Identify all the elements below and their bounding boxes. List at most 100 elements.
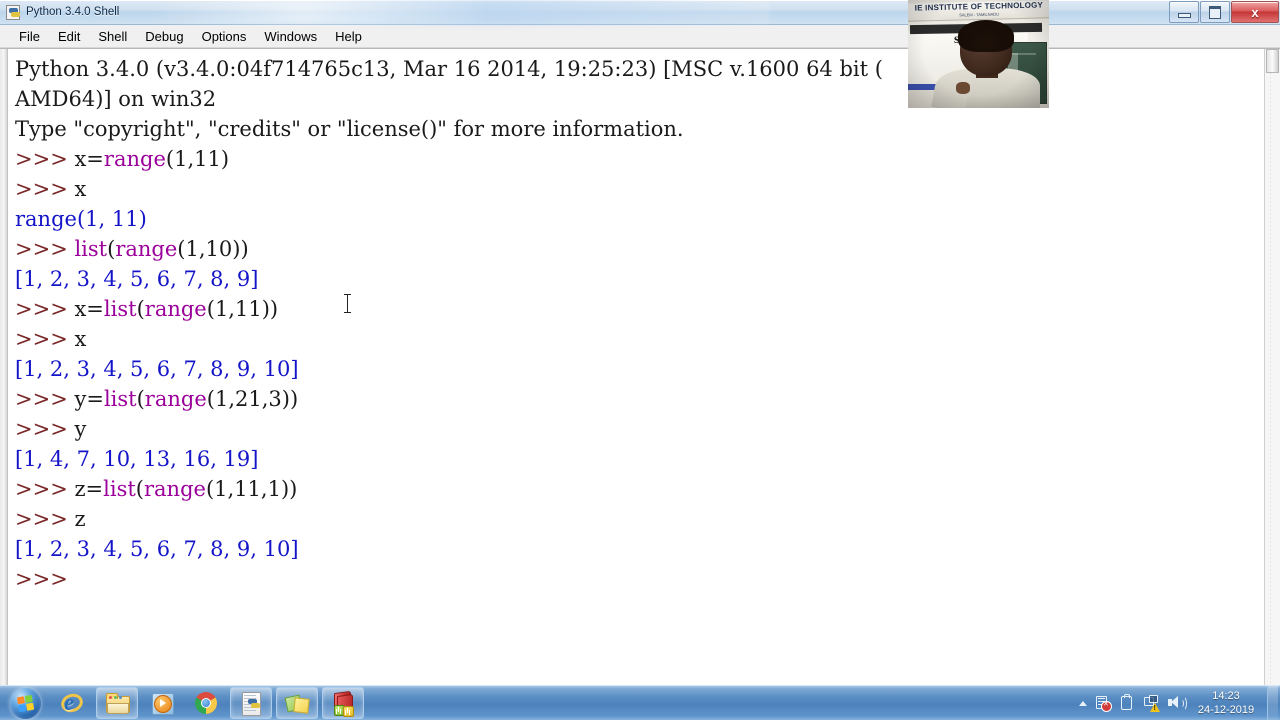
windows-logo-icon [9, 687, 41, 719]
action-center-icon[interactable] [1094, 693, 1112, 713]
menu-item-shell[interactable]: Shell [89, 27, 136, 46]
clock[interactable]: 14:23 24-12-2019 [1189, 689, 1263, 717]
shell-token-prompt: >>> [15, 507, 75, 531]
shell-token-normal: x [74, 177, 87, 201]
maximize-button[interactable] [1200, 1, 1230, 23]
maximize-icon [1209, 5, 1221, 19]
shell-token-prompt: >>> [15, 567, 68, 591]
shell-token-builtin: range [144, 477, 206, 501]
chrome-icon [194, 691, 218, 715]
taskbar-item-python-idle[interactable] [230, 687, 272, 719]
menu-item-edit[interactable]: Edit [49, 27, 89, 46]
shell-line: Type "copyright", "credits" or "license(… [15, 114, 1264, 144]
book-icon [331, 690, 355, 717]
shell-line: [1, 2, 3, 4, 5, 6, 7, 8, 9, 10] [15, 354, 1264, 384]
scrollbar-track[interactable] [1270, 73, 1271, 686]
menu-item-debug[interactable]: Debug [136, 27, 192, 46]
shell-area: Python 3.4.0 (v3.4.0:04f714765c13, Mar 1… [0, 48, 1280, 686]
menu-item-help[interactable]: Help [326, 27, 371, 46]
media-player-icon [150, 691, 174, 715]
show-hidden-icons-button[interactable] [1075, 693, 1091, 713]
shell-token-builtin: range [144, 387, 207, 411]
shell-token-normal: ( [136, 297, 145, 321]
shell-line: >>> list(range(1,10)) [15, 234, 1264, 264]
shell-token-output: [1, 2, 3, 4, 5, 6, 7, 8, 9, 10] [15, 537, 299, 561]
shell-line: >>> x=list(range(1,11)) [15, 294, 1264, 324]
taskbar: e ✕ ! 14:23 24-12-2019 [0, 685, 1280, 720]
shell-line: AMD64)] on win32 [15, 84, 1264, 114]
shell-token-prompt: >>> [15, 477, 75, 501]
menu-item-windows[interactable]: Windows [255, 27, 326, 46]
python-shell-window: Python 3.4.0 Shell x File Edit Shell Deb… [0, 0, 1280, 686]
shell-output-text[interactable]: Python 3.4.0 (v3.4.0:04f714765c13, Mar 1… [8, 49, 1264, 686]
shell-token-normal: x= [74, 297, 104, 321]
shell-token-builtin: list [103, 387, 137, 411]
taskbar-items: e [48, 687, 364, 719]
shell-token-normal: Type "copyright", "credits" or "license(… [15, 117, 684, 141]
shell-token-prompt: >>> [15, 387, 75, 411]
titlebar-glass-highlight [150, 0, 770, 24]
shell-line: >>> y=list(range(1,21,3)) [15, 384, 1264, 414]
shell-token-normal: (1,11) [165, 147, 230, 171]
vertical-scrollbar[interactable] [1264, 49, 1280, 686]
safely-remove-hardware-icon[interactable] [1118, 693, 1136, 713]
shell-token-prompt: >>> [15, 327, 75, 351]
scrollbar-thumb[interactable] [1266, 49, 1279, 73]
shell-token-normal: (1,11)) [206, 297, 279, 321]
shell-token-prompt: >>> [15, 147, 75, 171]
shell-line: [1, 2, 3, 4, 5, 6, 7, 8, 9, 10] [15, 534, 1264, 564]
menu-bar: File Edit Shell Debug Options Windows He… [0, 25, 1280, 48]
shell-token-normal: ( [135, 477, 144, 501]
volume-icon[interactable] [1166, 693, 1187, 713]
shell-token-output: [1, 4, 7, 10, 13, 16, 19] [15, 447, 259, 471]
taskbar-item-dictionary[interactable] [322, 687, 364, 719]
shell-token-builtin: list [103, 297, 137, 321]
shell-line: >>> y [15, 414, 1264, 444]
shell-token-normal: ( [136, 387, 145, 411]
webcam-video-overlay[interactable]: IE INSTITUTE OF TECHNOLOGY SALEM - TAMIL… [908, 0, 1049, 108]
shell-token-output: range(1, 11) [15, 207, 147, 231]
menu-item-options[interactable]: Options [193, 27, 256, 46]
shell-token-normal: (1,10)) [177, 237, 249, 261]
text-cursor-icon [343, 293, 352, 315]
shell-line: >>> x [15, 174, 1264, 204]
minimize-icon [1177, 12, 1191, 18]
shell-line: >>> x [15, 324, 1264, 354]
taskbar-item-sticky-notes[interactable] [276, 687, 318, 719]
network-icon[interactable] [1142, 693, 1160, 713]
shell-token-normal: y= [74, 387, 104, 411]
shell-line: >>> z [15, 504, 1264, 534]
sticky-notes-icon [284, 691, 310, 715]
taskbar-item-internet-explorer[interactable]: e [52, 688, 92, 718]
shell-token-prompt: >>> [15, 297, 75, 321]
close-button[interactable]: x [1231, 1, 1279, 23]
shell-token-builtin: list [103, 477, 136, 501]
window-title: Python 3.4.0 Shell [26, 6, 120, 18]
chevron-up-icon [1079, 700, 1087, 706]
show-desktop-button[interactable] [1267, 686, 1278, 720]
shell-token-normal: z= [74, 477, 104, 501]
folder-icon [105, 691, 130, 715]
shell-token-normal: Python 3.4.0 (v3.4.0:04f714765c13, Mar 1… [15, 57, 883, 81]
taskbar-item-windows-explorer[interactable] [96, 687, 138, 719]
shell-line: range(1, 11) [15, 204, 1264, 234]
shell-token-normal: y [74, 417, 87, 441]
shell-token-output: [1, 2, 3, 4, 5, 6, 7, 8, 9] [15, 267, 259, 291]
shell-line: >>> x=range(1,11) [15, 144, 1264, 174]
shell-token-normal: x [74, 327, 87, 351]
python-idle-icon [5, 4, 21, 20]
taskbar-item-windows-media-player[interactable] [142, 688, 182, 718]
shell-line: [1, 4, 7, 10, 13, 16, 19] [15, 444, 1264, 474]
shell-token-normal: (1,11,1)) [205, 477, 298, 501]
start-button[interactable] [2, 687, 48, 719]
window-titlebar[interactable]: Python 3.4.0 Shell x [0, 0, 1280, 25]
taskbar-item-google-chrome[interactable] [186, 688, 226, 718]
minimize-button[interactable] [1169, 1, 1199, 23]
shell-token-prompt: >>> [15, 417, 75, 441]
shell-token-builtin: range [115, 237, 178, 261]
menu-item-file[interactable]: File [10, 27, 49, 46]
shell-token-normal: (1,21,3)) [206, 387, 299, 411]
shell-line: [1, 2, 3, 4, 5, 6, 7, 8, 9] [15, 264, 1264, 294]
shell-line: >>> [15, 564, 1264, 594]
clock-time: 14:23 [1212, 690, 1240, 702]
